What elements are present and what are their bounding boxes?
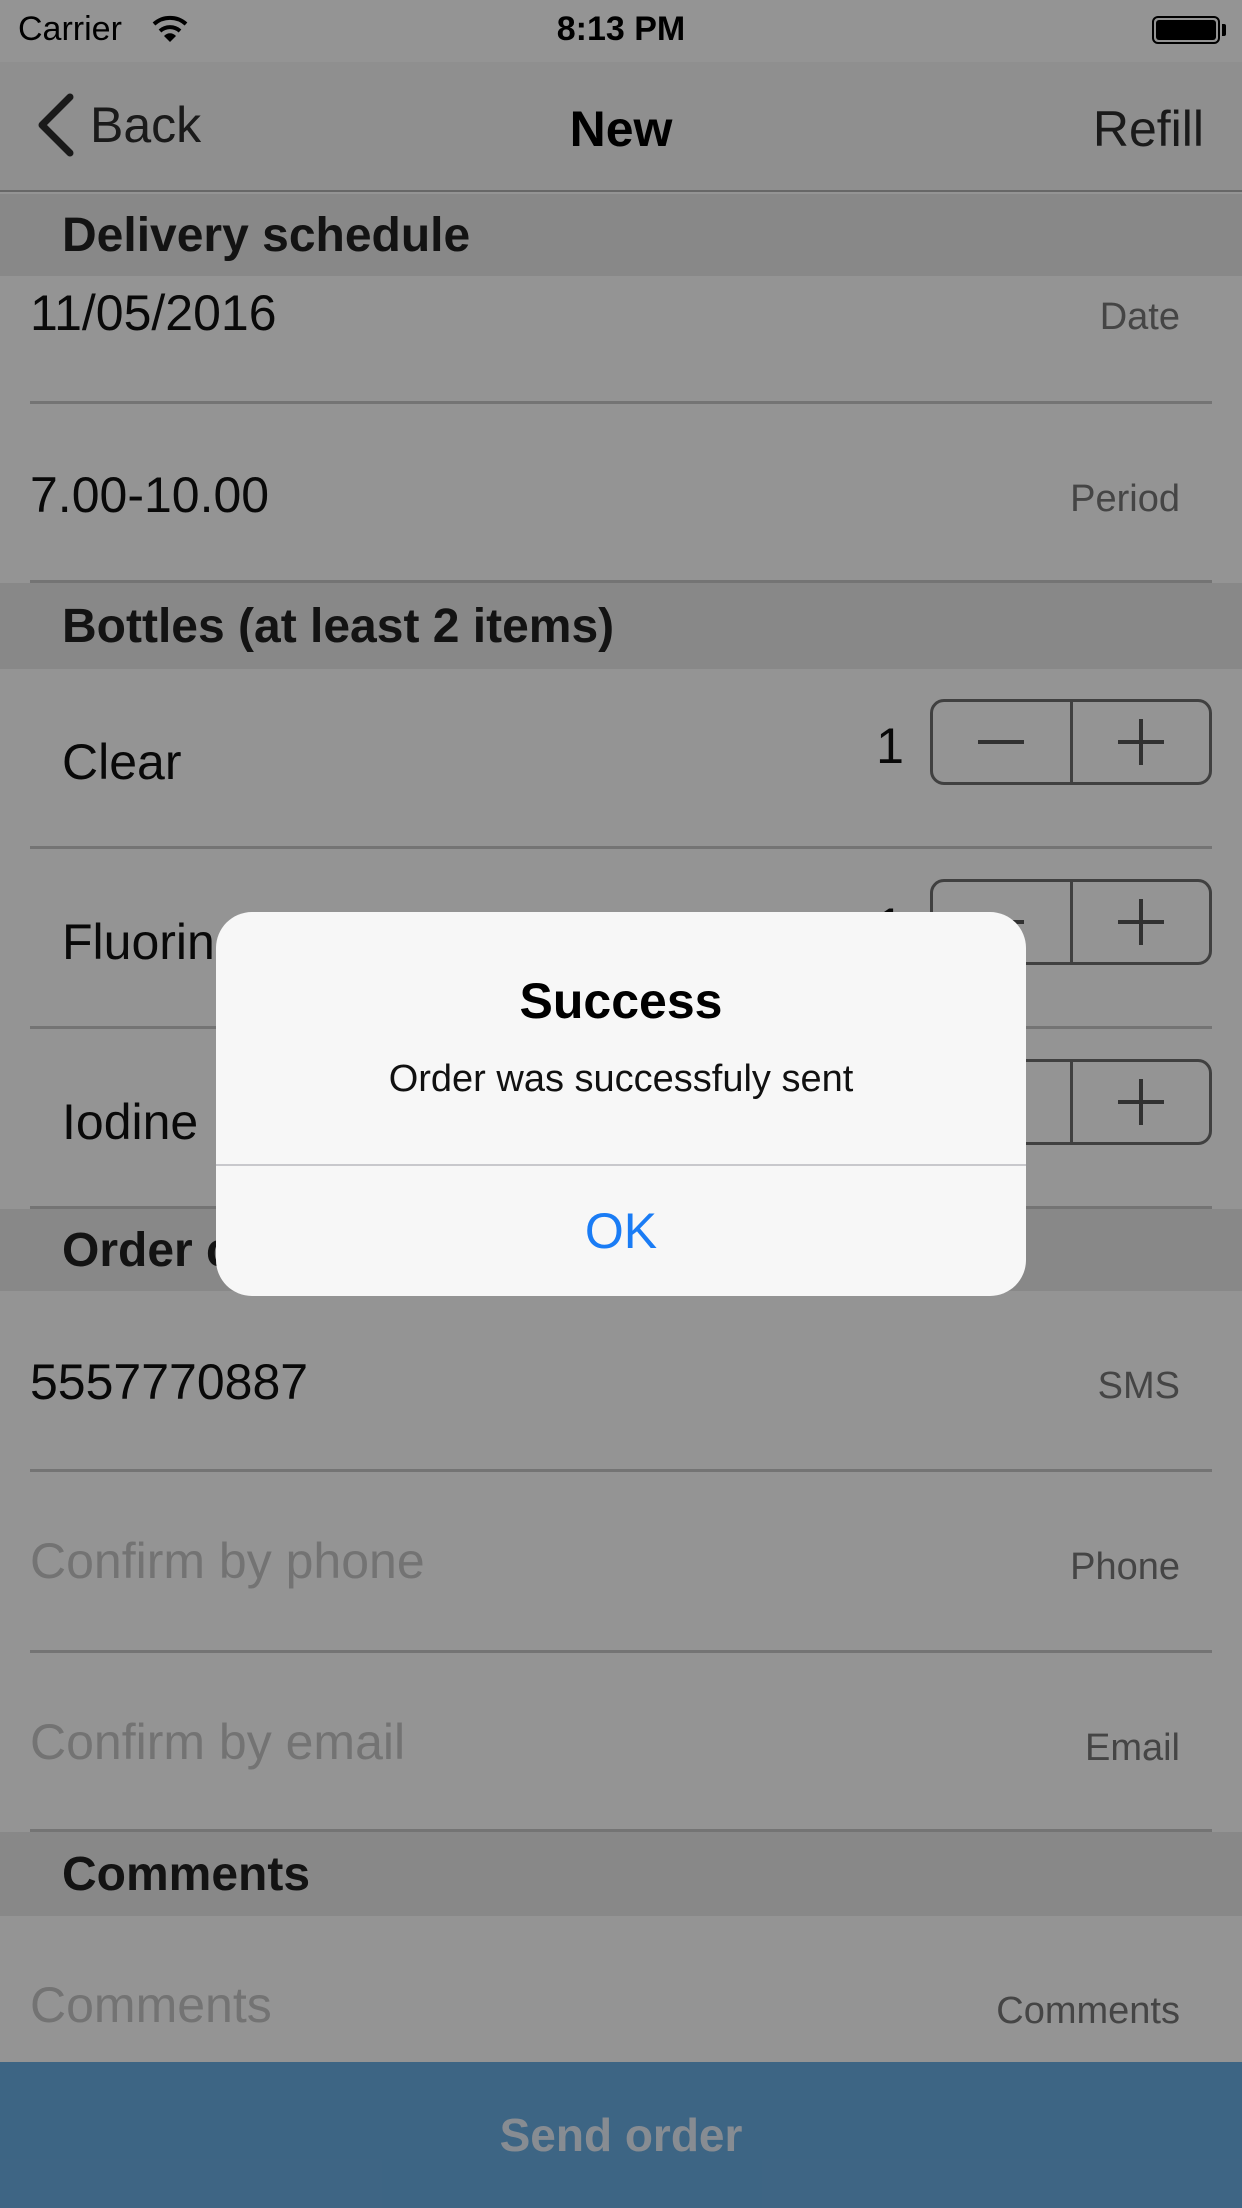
alert-title: Success [519, 973, 723, 1029]
alert-ok-button[interactable]: OK [216, 1166, 1026, 1296]
order-screen: Carrier 8:13 PM Back New Refill Delivery… [0, 0, 1242, 2208]
alert-message: Order was successfuly sent [388, 1058, 854, 1100]
success-alert: Success Order was successfuly sent OK [216, 912, 1026, 1296]
